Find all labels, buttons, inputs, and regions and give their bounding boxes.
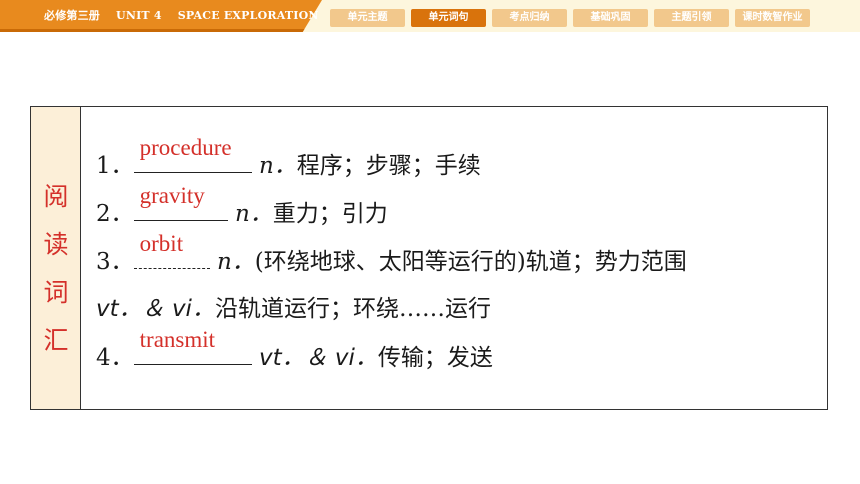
vocab-item-2: 2． gravity n．重力；引力 [96, 183, 388, 228]
meaning: 重力；引力 [272, 201, 388, 227]
unit-label: UNIT 4 [116, 9, 162, 22]
section-label-char: 汇 [43, 326, 69, 355]
header-title: 必修第三册 UNIT 4 SPACE EXPLORATION [44, 7, 331, 23]
meaning: 沿轨道运行；环绕……运行 [214, 296, 491, 322]
vocab-item-3: 3． orbit n．(环绕地球、太阳等运行的)轨道；势力范围 [96, 231, 687, 276]
tab-unit-vocab[interactable]: 单元词句 [411, 9, 486, 27]
answer-blank: gravity [133, 183, 228, 221]
tab-unit-theme[interactable]: 单元主题 [330, 9, 405, 27]
section-label: 阅 读 词 汇 [31, 107, 81, 409]
part-of-speech: n． [234, 201, 273, 227]
meaning: (环绕地球、太阳等运行的)轨道；势力范围 [254, 249, 687, 275]
item-number: 3． [96, 249, 134, 275]
title-bar-underline [0, 29, 322, 32]
item-number: 1． [96, 153, 134, 179]
topic-label: SPACE EXPLORATION [177, 9, 319, 22]
meaning: 程序；步骤；手续 [296, 153, 481, 179]
answer-blank: orbit [133, 231, 210, 269]
item-number: 4． [96, 345, 134, 371]
answer-blank: procedure [133, 135, 252, 173]
meaning: 传输；发送 [377, 345, 493, 371]
vocab-item-4: 4． transmit vt．＆ vi．传输；发送 [96, 327, 493, 372]
answer-text: procedure [139, 135, 232, 160]
tab-key-points[interactable]: 考点归纳 [492, 9, 567, 27]
item-number: 2． [96, 201, 134, 227]
part-of-speech: n． [216, 249, 255, 275]
tab-basic-practice[interactable]: 基础巩固 [573, 9, 648, 27]
part-of-speech: n． [258, 153, 297, 179]
vocab-item-3-verb: vt．＆ vi．沿轨道运行；环绕……运行 [96, 294, 491, 324]
tab-homework[interactable]: 课时数智作业 [735, 9, 810, 27]
answer-text: orbit [139, 231, 184, 256]
vocab-item-1: 1． procedure n．程序；步骤；手续 [96, 135, 481, 180]
part-of-speech: vt．＆ vi． [96, 296, 215, 322]
section-label-char: 读 [43, 230, 69, 259]
section-label-char: 阅 [43, 182, 69, 211]
answer-text: transmit [139, 327, 216, 352]
part-of-speech: vt．＆ vi． [258, 345, 378, 371]
tab-theme-guide[interactable]: 主题引领 [654, 9, 729, 27]
answer-text: gravity [139, 183, 205, 208]
section-nav: 单元主题 单元词句 考点归纳 基础巩固 主题引领 课时数智作业 [330, 9, 810, 27]
section-label-char: 词 [43, 278, 69, 307]
answer-blank: transmit [133, 327, 252, 365]
book-label: 必修第三册 [44, 9, 100, 22]
